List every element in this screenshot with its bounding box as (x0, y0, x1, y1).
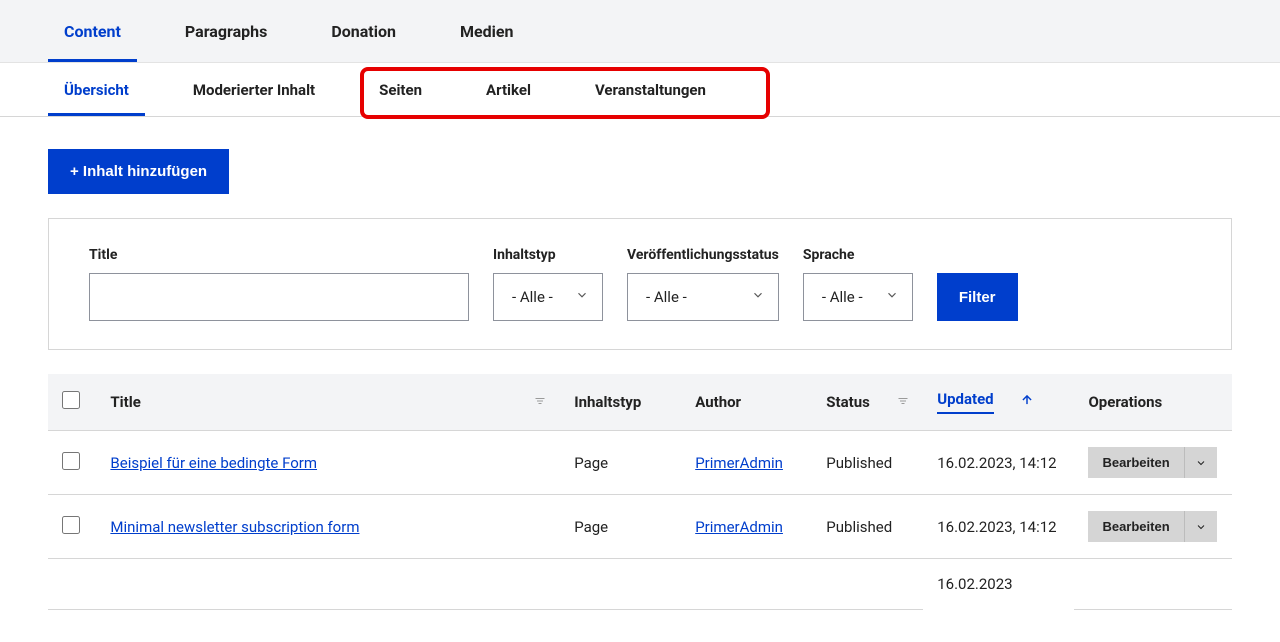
row-author-link[interactable]: PrimerAdmin (695, 454, 783, 472)
th-operations: Operations (1074, 374, 1232, 431)
secondary-tabs: Übersicht Moderierter Inhalt Seiten Arti… (48, 63, 1232, 116)
row-updated-partial: 16.02.2023 (923, 559, 1074, 610)
add-content-button[interactable]: + Inhalt hinzufügen (48, 149, 229, 194)
tab-donation[interactable]: Donation (315, 0, 412, 62)
sort-icon (534, 393, 546, 411)
filter-lang-label: Sprache (803, 247, 913, 263)
content-table: Title Inhaltstyp Author Status Updated (48, 374, 1232, 610)
filter-panel: Title Inhaltstyp - Alle - Veröffentlichu… (48, 218, 1232, 350)
row-status: Published (812, 431, 923, 495)
sort-icon (897, 393, 909, 411)
table-row-partial: 16.02.2023 (48, 559, 1232, 610)
row-title-link[interactable]: Beispiel für eine bedingte Form (110, 454, 317, 472)
th-updated[interactable]: Updated (937, 390, 993, 414)
tab-veranstaltungen[interactable]: Veranstaltungen (579, 63, 722, 116)
filter-status-select[interactable]: - Alle - (627, 273, 779, 321)
row-type: Page (560, 495, 681, 559)
filter-title-input[interactable] (89, 273, 469, 321)
tab-medien[interactable]: Medien (444, 0, 530, 62)
tab-content[interactable]: Content (48, 0, 137, 62)
filter-status-label: Veröffentlichungsstatus (627, 247, 779, 263)
filter-lang-select[interactable]: - Alle - (803, 273, 913, 321)
row-title-link[interactable]: Minimal newsletter subscription form (110, 518, 359, 536)
edit-button[interactable]: Bearbeiten (1088, 447, 1183, 478)
row-checkbox[interactable] (62, 452, 80, 470)
select-all-checkbox[interactable] (62, 391, 80, 409)
row-type: Page (560, 431, 681, 495)
primary-tabs: Content Paragraphs Donation Medien (48, 0, 1232, 62)
row-author-link[interactable]: PrimerAdmin (695, 518, 783, 536)
row-checkbox[interactable] (62, 516, 80, 534)
tab-seiten[interactable]: Seiten (363, 63, 438, 116)
edit-dropdown-toggle[interactable] (1184, 511, 1217, 542)
row-updated: 16.02.2023, 14:12 (923, 431, 1074, 495)
sort-arrow-up-icon (1020, 393, 1034, 411)
filter-type-label: Inhaltstyp (493, 247, 603, 263)
th-author: Author (681, 374, 812, 431)
tab-artikel[interactable]: Artikel (470, 63, 547, 116)
row-status: Published (812, 495, 923, 559)
th-status[interactable]: Status (826, 393, 870, 411)
filter-type-select[interactable]: - Alle - (493, 273, 603, 321)
edit-button[interactable]: Bearbeiten (1088, 511, 1183, 542)
tab-paragraphs[interactable]: Paragraphs (169, 0, 283, 62)
edit-dropdown-toggle[interactable] (1184, 447, 1217, 478)
filter-title-label: Title (89, 247, 469, 263)
th-title[interactable]: Title (110, 393, 140, 411)
filter-submit-button[interactable]: Filter (937, 273, 1018, 321)
table-row: Beispiel für eine bedingte Form Page Pri… (48, 431, 1232, 495)
table-row: Minimal newsletter subscription form Pag… (48, 495, 1232, 559)
tab-uebersicht[interactable]: Übersicht (48, 63, 145, 116)
th-type: Inhaltstyp (560, 374, 681, 431)
tab-moderierter-inhalt[interactable]: Moderierter Inhalt (177, 63, 331, 116)
row-updated: 16.02.2023, 14:12 (923, 495, 1074, 559)
